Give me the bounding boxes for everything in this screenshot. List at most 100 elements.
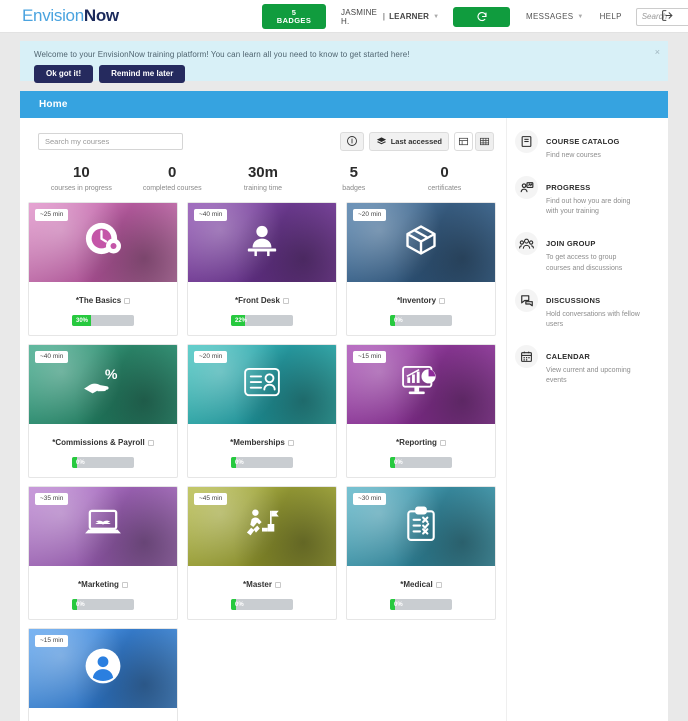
id-card-icon [243, 367, 281, 402]
course-card[interactable]: ~40 min *Front Desk 22% [187, 202, 337, 336]
duration-badge: ~15 min [35, 635, 69, 647]
courses-toolbar: Last accessed [20, 128, 506, 154]
user-circle-icon [84, 647, 122, 690]
welcome-banner: Welcome to your EnvisionNow training pla… [20, 41, 668, 83]
course-title: *Inventory [396, 296, 437, 305]
course-title: *Medical [400, 580, 433, 589]
sidebar-item-description: Hold conversations with fellow users [546, 310, 640, 328]
stat-label: training time [243, 185, 283, 192]
sidebar-item-label: COURSE CATALOG [546, 137, 620, 146]
grid-view-button[interactable] [475, 131, 494, 151]
course-title: *Commissions & Payroll [52, 438, 145, 447]
sidebar-item-text: PROGRESS Find out how you are doing with … [546, 176, 642, 217]
desk-person-icon [243, 223, 281, 262]
clipboard-icon [404, 506, 438, 547]
course-type-icon [121, 581, 128, 588]
duration-badge: ~25 min [35, 209, 69, 221]
messages-menu[interactable]: MESSAGES ▼ [526, 12, 584, 21]
course-card[interactable]: ~40 min% *Commissions & Payroll 0% [28, 344, 178, 478]
page-title: Home [39, 99, 68, 110]
stats-row: 10 courses in progress 0 completed courses 3… [20, 158, 506, 202]
course-title: *Front Desk [235, 296, 280, 305]
duration-badge: ~40 min [35, 351, 69, 363]
duration-badge: ~45 min [194, 493, 228, 505]
logo-text-primary: Envision [22, 6, 84, 25]
list-view-button[interactable] [454, 131, 473, 151]
course-progress-label: 0% [76, 459, 85, 466]
calendar-icon [515, 344, 538, 368]
sidebar-item-calendar[interactable]: CALENDAR View current and upcoming events [515, 344, 648, 386]
badges-button[interactable]: 5 BADGES [262, 4, 327, 29]
stat-label: completed courses [142, 185, 202, 192]
course-progress-bar: 0% [390, 457, 452, 468]
stat-item: 10 courses in progress [36, 164, 127, 192]
info-icon [346, 136, 357, 146]
sort-button[interactable]: Last accessed [368, 131, 449, 151]
sidebar-item-join-group[interactable]: JOIN GROUP To get access to group courses… [515, 232, 648, 273]
sidebar-item-text: CALENDAR View current and upcoming events [546, 345, 642, 386]
course-thumbnail: ~15 min [347, 345, 495, 424]
course-title-row: *The Basics [76, 296, 131, 305]
progress-icon [515, 176, 538, 200]
course-thumbnail: ~30 min [347, 487, 495, 566]
duration-badge: ~30 min [353, 493, 387, 505]
course-card-body: *The Basics 30% [29, 282, 177, 335]
app-logo[interactable]: EnvisionNow [22, 6, 119, 26]
stat-item: 0 completed courses [127, 164, 218, 192]
course-card[interactable]: ~30 min *Medical 0% [346, 486, 496, 620]
course-card[interactable]: ~20 min *Memberships 0% [187, 344, 337, 478]
sidebar-item-discussions[interactable]: DISCUSSIONS Hold conversations with fello… [515, 288, 648, 330]
course-card[interactable]: ~15 min *Reporting 0% [346, 344, 496, 478]
course-title: *Master [243, 580, 272, 589]
course-progress-bar: 0% [390, 315, 452, 326]
course-progress-label: 22% [235, 317, 248, 324]
view-toggle-group [454, 131, 494, 151]
sidebar-item-course-catalog[interactable]: COURSE CATALOG Find new courses [515, 130, 648, 161]
course-title-row: *Memberships [230, 438, 294, 447]
ok-got-it-button[interactable]: Ok got it! [34, 65, 94, 83]
course-progress-label: 0% [394, 601, 403, 608]
logout-button[interactable] [661, 9, 674, 27]
sidebar-item-progress[interactable]: PROGRESS Find out how you are doing with … [515, 176, 648, 217]
course-search-input[interactable] [38, 132, 183, 150]
logout-icon [662, 10, 673, 21]
box-icon [403, 222, 439, 263]
sidebar-item-text: JOIN GROUP To get access to group courses… [546, 232, 642, 273]
course-thumbnail: ~35 min [29, 487, 177, 566]
sidebar-item-description: View current and upcoming events [546, 366, 631, 385]
help-link[interactable]: HELP [600, 12, 622, 21]
course-card[interactable]: ~45 min *Master 0% [187, 486, 337, 620]
refresh-button[interactable] [453, 6, 511, 27]
course-thumbnail: ~15 min [29, 629, 177, 708]
sidebar-item-label: DISCUSSIONS [546, 295, 601, 305]
duration-badge: ~35 min [35, 493, 69, 505]
stat-value: 0 [168, 164, 177, 181]
sidebar-item-description: Find out how you are doing with your tra… [546, 198, 631, 216]
group-icon [515, 232, 538, 256]
stat-value: 5 [349, 164, 358, 181]
course-card[interactable]: ~25 min *The Basics 30% [28, 202, 178, 336]
duration-badge: ~15 min [353, 351, 387, 363]
course-type-icon [287, 439, 294, 446]
course-progress-label: 0% [394, 459, 403, 466]
course-type-icon [147, 439, 154, 446]
top-navigation-bar: EnvisionNow 5 BADGES JASMINE H. | LEARNE… [0, 0, 688, 33]
book-icon [515, 130, 538, 153]
course-type-icon [124, 297, 131, 304]
user-menu[interactable]: JASMINE H. | LEARNER ▼ [341, 8, 439, 26]
course-card[interactable]: ~20 min *Inventory 0% [346, 202, 496, 336]
stat-value: 10 [73, 164, 90, 181]
course-card[interactable]: ~35 min *Marketing 0% [28, 486, 178, 620]
course-card[interactable]: ~15 min *Manage Account0% [28, 628, 178, 721]
course-card-body: *Memberships 0% [188, 424, 336, 477]
list-view-icon [458, 137, 469, 145]
user-separator: | [382, 12, 386, 21]
user-name: JASMINE H. [341, 7, 378, 26]
remind-me-later-button[interactable]: Remind me later [99, 65, 186, 83]
nav-cluster: 5 BADGES JASMINE H. | LEARNER ▼ MESSAGES… [262, 0, 688, 33]
info-button[interactable] [339, 131, 364, 151]
close-icon[interactable]: × [655, 48, 660, 57]
sidebar-item-text: DISCUSSIONS Hold conversations with fello… [546, 289, 642, 330]
chevron-down-icon: ▼ [433, 13, 440, 20]
chart-monitor-icon [401, 365, 441, 404]
